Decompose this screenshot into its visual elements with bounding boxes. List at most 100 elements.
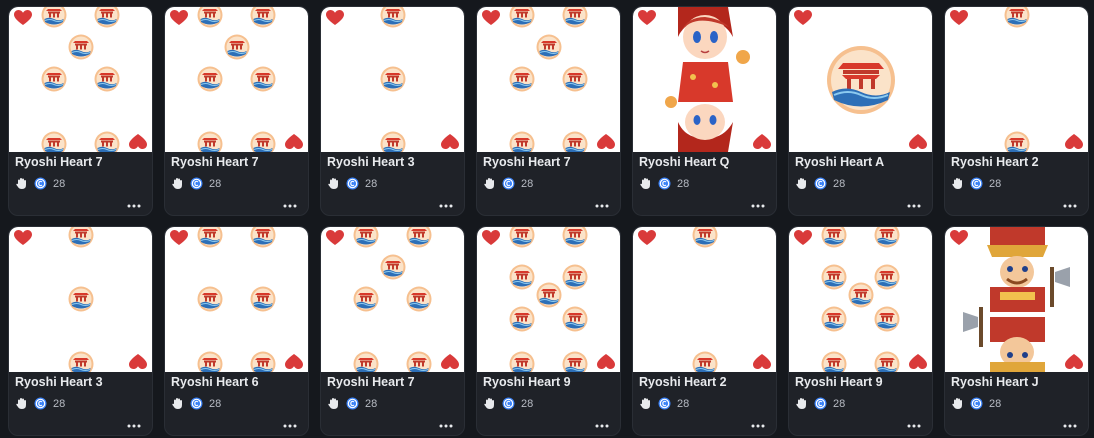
nft-card[interactable]: Ryoshi Heart 2 28 bbox=[632, 226, 777, 436]
emblem-pip bbox=[1004, 131, 1030, 152]
more-options-icon[interactable] bbox=[282, 423, 298, 429]
hand-icon[interactable] bbox=[795, 177, 808, 190]
heart-suit-icon bbox=[794, 10, 812, 25]
hand-icon[interactable] bbox=[951, 177, 964, 190]
nft-card[interactable]: Ryoshi Heart 7 28 bbox=[8, 6, 153, 216]
price-value: 28 bbox=[365, 177, 378, 190]
nft-card[interactable]: Ryoshi Heart 9 28 bbox=[788, 226, 933, 436]
heart-suit-icon bbox=[482, 10, 500, 25]
emblem-pip bbox=[536, 282, 562, 308]
hand-icon[interactable] bbox=[327, 397, 340, 410]
card-artwork bbox=[945, 227, 1088, 372]
nft-card[interactable]: Ryoshi Heart 7 28 bbox=[164, 6, 309, 216]
more-options-icon[interactable] bbox=[126, 203, 142, 209]
emblem-pip bbox=[353, 351, 379, 372]
nft-card[interactable]: Ryoshi Heart J 28 bbox=[944, 226, 1089, 436]
more-options-icon[interactable] bbox=[1062, 203, 1078, 209]
emblem-pip bbox=[848, 282, 874, 308]
hand-icon[interactable] bbox=[795, 397, 808, 410]
more-options-icon[interactable] bbox=[126, 423, 142, 429]
hand-icon[interactable] bbox=[327, 177, 340, 190]
emblem-pip bbox=[406, 227, 432, 248]
emblem-pip bbox=[94, 131, 120, 152]
heart-suit-icon bbox=[170, 230, 188, 245]
more-options-icon[interactable] bbox=[594, 423, 610, 429]
card-meta: 28 bbox=[483, 177, 533, 190]
hand-icon[interactable] bbox=[15, 177, 28, 190]
emblem-pip bbox=[197, 227, 223, 248]
heart-suit-icon bbox=[597, 134, 615, 149]
nft-card[interactable]: Ryoshi Heart 2 28 bbox=[944, 6, 1089, 216]
hand-icon[interactable] bbox=[15, 397, 28, 410]
card-artwork bbox=[633, 7, 776, 152]
nft-card-grid: Ryoshi Heart 7 28 Ryoshi Heart 7 28 Ryos… bbox=[8, 6, 1089, 436]
ace-emblem bbox=[826, 45, 895, 114]
card-artwork bbox=[321, 7, 464, 152]
emblem-pip bbox=[874, 351, 900, 372]
heart-suit-icon bbox=[638, 230, 656, 245]
nft-card[interactable]: Ryoshi Heart 9 28 bbox=[476, 226, 621, 436]
emblem-pip bbox=[874, 227, 900, 248]
card-title: Ryoshi Heart 3 bbox=[15, 375, 103, 389]
card-meta: 28 bbox=[327, 177, 377, 190]
coin-icon bbox=[502, 397, 515, 410]
card-meta: 28 bbox=[639, 177, 689, 190]
card-meta: 28 bbox=[15, 177, 65, 190]
nft-card[interactable]: Ryoshi Heart 7 28 bbox=[476, 6, 621, 216]
more-options-icon[interactable] bbox=[438, 203, 454, 209]
heart-suit-icon bbox=[794, 230, 812, 245]
nft-card[interactable]: Ryoshi Heart 3 28 bbox=[8, 226, 153, 436]
emblem-pip bbox=[41, 7, 67, 28]
more-options-icon[interactable] bbox=[282, 203, 298, 209]
hand-icon[interactable] bbox=[171, 177, 184, 190]
emblem-pip bbox=[41, 66, 67, 92]
hand-icon[interactable] bbox=[483, 177, 496, 190]
nft-card[interactable]: Ryoshi Heart A 28 bbox=[788, 6, 933, 216]
more-options-icon[interactable] bbox=[438, 423, 454, 429]
emblem-pip bbox=[562, 264, 588, 290]
heart-suit-icon bbox=[950, 10, 968, 25]
emblem-pip bbox=[821, 227, 847, 248]
hand-icon[interactable] bbox=[171, 397, 184, 410]
emblem-pip bbox=[68, 227, 94, 248]
card-meta: 28 bbox=[171, 177, 221, 190]
queen-illustration bbox=[665, 7, 750, 152]
card-meta: 28 bbox=[171, 397, 221, 410]
emblem-pip bbox=[380, 66, 406, 92]
hand-icon[interactable] bbox=[951, 397, 964, 410]
card-meta: 28 bbox=[951, 397, 1001, 410]
hand-icon[interactable] bbox=[639, 397, 652, 410]
nft-card[interactable]: Ryoshi Heart 3 28 bbox=[320, 6, 465, 216]
card-artwork bbox=[789, 7, 932, 152]
more-options-icon[interactable] bbox=[750, 203, 766, 209]
heart-suit-icon bbox=[326, 10, 344, 25]
emblem-pip bbox=[250, 131, 276, 152]
more-options-icon[interactable] bbox=[906, 203, 922, 209]
emblem-pip bbox=[509, 227, 535, 248]
emblem-pip bbox=[821, 306, 847, 332]
emblem-pip bbox=[250, 7, 276, 28]
coin-icon bbox=[814, 397, 827, 410]
emblem-pip bbox=[250, 66, 276, 92]
more-options-icon[interactable] bbox=[1062, 423, 1078, 429]
card-artwork bbox=[477, 227, 620, 372]
coin-icon bbox=[658, 397, 671, 410]
emblem-pip bbox=[41, 131, 67, 152]
hand-icon[interactable] bbox=[483, 397, 496, 410]
nft-card[interactable]: Ryoshi Heart Q 28 bbox=[632, 6, 777, 216]
hand-icon[interactable] bbox=[639, 177, 652, 190]
more-options-icon[interactable] bbox=[906, 423, 922, 429]
heart-suit-icon bbox=[909, 134, 927, 149]
nft-card[interactable]: Ryoshi Heart 6 28 bbox=[164, 226, 309, 436]
emblem-pip bbox=[197, 7, 223, 28]
coin-icon bbox=[346, 397, 359, 410]
more-options-icon[interactable] bbox=[750, 423, 766, 429]
card-title: Ryoshi Heart 7 bbox=[483, 155, 571, 169]
price-value: 28 bbox=[833, 397, 846, 410]
nft-card[interactable]: Ryoshi Heart 7 28 bbox=[320, 226, 465, 436]
emblem-pip bbox=[250, 286, 276, 312]
emblem-pip bbox=[509, 351, 535, 372]
emblem-pip bbox=[197, 286, 223, 312]
emblem-pip bbox=[1004, 7, 1030, 28]
more-options-icon[interactable] bbox=[594, 203, 610, 209]
